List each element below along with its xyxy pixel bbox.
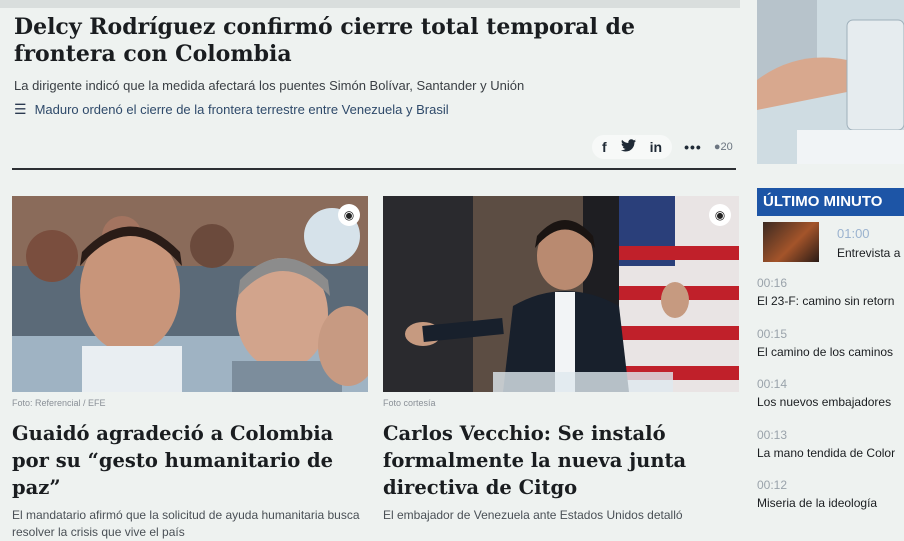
latest-time: 00:12	[757, 478, 788, 492]
latest-time: 01:00	[837, 226, 870, 241]
facebook-icon[interactable]: f	[602, 139, 607, 155]
related-link-text[interactable]: Maduro ordenó el cierre de la frontera t…	[35, 102, 449, 117]
card-title[interactable]: Carlos Vecchio: Se instaló formalmente l…	[383, 420, 739, 501]
headline[interactable]: Delcy Rodríguez confirmó cierre total te…	[14, 14, 734, 68]
photo-credit: Foto cortesía	[383, 398, 436, 408]
latest-item[interactable]: 00:15 El camino de los caminos	[757, 327, 904, 359]
camera-icon[interactable]: ◉	[709, 204, 731, 226]
news-card[interactable]: ◉ Foto cortesía Carlos Vecchio: Se insta…	[383, 196, 739, 524]
linkedin-icon[interactable]: in	[650, 139, 662, 155]
latest-time: 00:16	[757, 276, 788, 290]
latest-time: 00:13	[757, 428, 788, 442]
related-link[interactable]: ☰ Maduro ordenó el cierre de la frontera…	[14, 101, 449, 118]
latest-time: 00:15	[757, 327, 788, 341]
latest-item[interactable]: 00:13 La mano tendida de Color	[757, 428, 904, 460]
latest-thumbnail[interactable]	[763, 222, 819, 262]
more-options-icon[interactable]: •••	[684, 139, 702, 155]
comments-count[interactable]: ●20	[714, 141, 733, 153]
comment-icon: ●	[713, 141, 721, 153]
section-divider	[12, 168, 736, 170]
card-summary: El mandatario afirmó que la solicitud de…	[12, 508, 360, 539]
latest-title[interactable]: La mano tendida de Color	[757, 446, 904, 460]
list-icon: ☰	[14, 101, 27, 117]
share-bar: f in ••• ●20	[592, 132, 733, 162]
latest-title[interactable]: Los nuevos embajadores	[757, 395, 904, 409]
latest-item[interactable]: 00:14 Los nuevos embajadores	[757, 377, 904, 409]
latest-item[interactable]: 01:00 Entrevista a	[763, 222, 904, 262]
main-content: Delcy Rodríguez confirmó cierre total te…	[0, 0, 752, 539]
latest-title[interactable]: Entrevista a	[837, 246, 900, 260]
camera-icon[interactable]: ◉	[338, 204, 360, 226]
sidebar-image[interactable]	[757, 0, 904, 164]
headline-deck: La dirigente indicó que la medida afecta…	[14, 78, 525, 93]
share-pill: f in	[592, 135, 673, 159]
photo-credit: Foto: Referencial / EFE	[12, 398, 106, 408]
twitter-icon[interactable]	[620, 139, 636, 155]
news-card[interactable]: ◉ Foto: Referencial / EFE Guaidó agradec…	[12, 196, 368, 541]
top-image-edge	[0, 0, 740, 8]
latest-time: 00:14	[757, 377, 788, 391]
latest-item[interactable]: 00:16 El 23-F: camino sin retorn	[757, 276, 904, 308]
latest-title[interactable]: El camino de los caminos	[757, 345, 904, 359]
card-summary: El embajador de Venezuela ante Estados U…	[383, 508, 683, 522]
card-title[interactable]: Guaidó agradeció a Colombia por su “gest…	[12, 420, 368, 501]
sidebar: ÚLTIMO MINUTO 01:00 Entrevista a 00:16 E…	[757, 0, 904, 530]
latest-title[interactable]: El 23-F: camino sin retorn	[757, 294, 904, 308]
news-photo[interactable]: ◉	[383, 196, 739, 392]
latest-title[interactable]: Miseria de la ideología	[757, 496, 904, 510]
ultimo-minuto-header: ÚLTIMO MINUTO	[757, 188, 904, 216]
latest-item[interactable]: 00:12 Miseria de la ideología	[757, 478, 904, 510]
news-photo[interactable]: ◉	[12, 196, 368, 392]
